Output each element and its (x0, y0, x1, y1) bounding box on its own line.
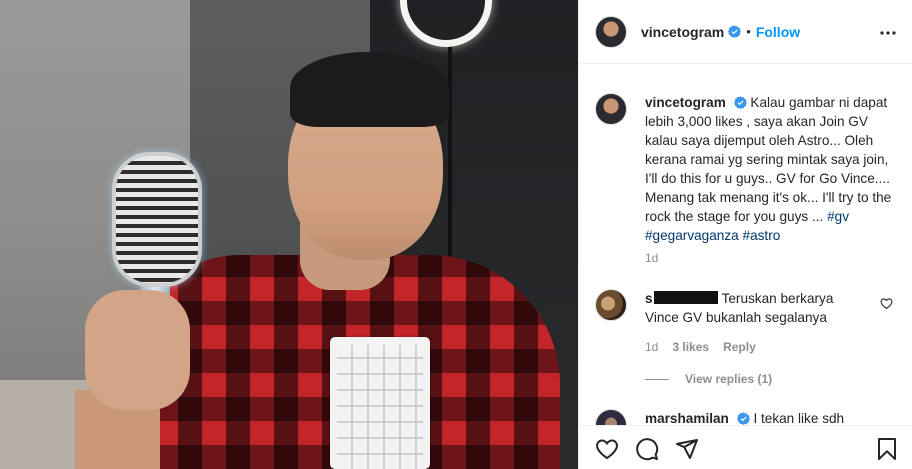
instagram-post: vincetogram • Follow vincetogram Kalau g… (0, 0, 912, 469)
comment-item: marshamilan I tekan like sdh (595, 409, 901, 425)
hashtag-link[interactable]: #gv (827, 209, 849, 224)
commenter-username[interactable]: marshamilan (645, 411, 729, 425)
paper-plane-icon[interactable] (675, 437, 699, 461)
comment-likes-count[interactable]: 3 likes (672, 340, 709, 354)
more-options-icon[interactable] (879, 24, 897, 40)
comment-text: s Teruskan berkarya Vince GV bukanlah seg… (645, 289, 865, 327)
post-action-bar (579, 425, 912, 469)
author-username[interactable]: vincetogram (641, 24, 724, 40)
heart-icon[interactable] (595, 437, 619, 461)
hashtag-link[interactable]: #gegarvaganza (645, 228, 739, 243)
comment-item: s Teruskan berkarya Vince GV bukanlah seg… (595, 289, 901, 327)
comment-timestamp[interactable]: 1d (645, 340, 658, 354)
caption-avatar[interactable] (595, 93, 627, 125)
comment-like-heart-icon[interactable] (880, 297, 893, 310)
comment-body: I tekan like sdh (753, 411, 845, 425)
post-header: vincetogram • Follow (579, 0, 912, 64)
replies-divider-line (645, 378, 669, 380)
hand (85, 290, 190, 410)
bookmark-icon[interactable] (875, 437, 899, 461)
comment-bubble-icon[interactable] (635, 437, 659, 461)
verified-badge-icon (733, 96, 747, 109)
commenter-avatar[interactable] (595, 289, 627, 321)
comment-text: marshamilan I tekan like sdh (645, 409, 865, 425)
verified-badge-icon (736, 412, 750, 425)
caption-body: Kalau gambar ni dapat lebih 3,000 likes … (645, 95, 892, 224)
keyboard (330, 337, 430, 469)
comment-meta: 1d 3 likes Reply (645, 340, 756, 354)
hashtag-link[interactable]: #astro (743, 228, 781, 243)
post-side-panel: vincetogram • Follow vincetogram Kalau g… (578, 0, 912, 469)
caption-username[interactable]: vincetogram (645, 95, 726, 110)
follow-button[interactable]: Follow (756, 24, 800, 40)
vintage-microphone (112, 152, 202, 287)
commenter-username[interactable]: s (645, 291, 653, 306)
commenter-avatar[interactable] (595, 409, 627, 425)
caption-text: vincetogram Kalau gambar ni dapat lebih … (645, 93, 901, 245)
verified-badge-icon (728, 25, 742, 38)
post-photo[interactable] (0, 0, 578, 469)
comments-section[interactable]: vincetogram Kalau gambar ni dapat lebih … (579, 65, 912, 425)
caption-timestamp[interactable]: 1d (645, 251, 658, 265)
hair (290, 52, 450, 127)
reply-button[interactable]: Reply (723, 340, 756, 354)
redaction-bar (653, 291, 718, 304)
view-replies-label: View replies (1) (685, 372, 773, 386)
view-replies-button[interactable]: View replies (1) (645, 372, 772, 386)
author-avatar[interactable] (595, 15, 627, 48)
post-caption: vincetogram Kalau gambar ni dapat lebih … (595, 93, 901, 245)
separator-dot: • (746, 24, 751, 39)
